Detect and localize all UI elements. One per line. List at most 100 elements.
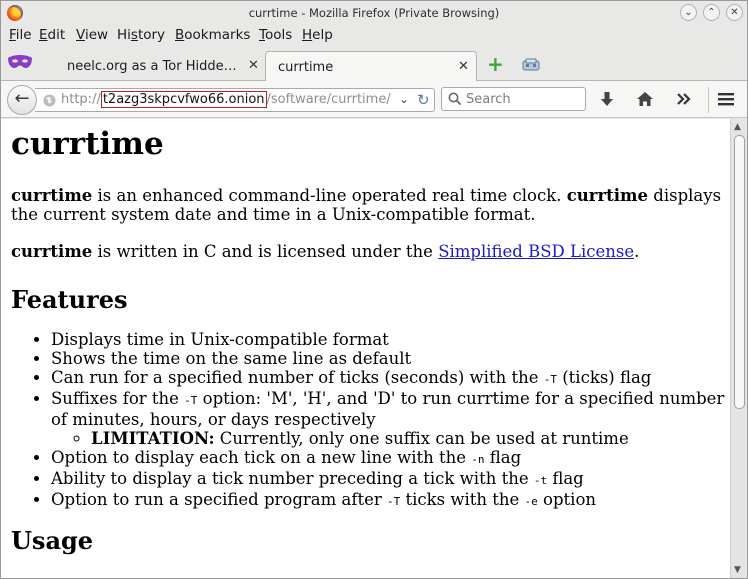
back-button[interactable]: ← xyxy=(7,85,37,115)
back-arrow-icon: ← xyxy=(14,88,30,109)
list-item: Option to run a specified program after … xyxy=(51,490,730,511)
flag-code: -T xyxy=(184,394,198,407)
globe-icon xyxy=(43,94,56,107)
menu-bookmarks[interactable]: Bookmarks xyxy=(175,27,250,43)
tab-groups-icon[interactable] xyxy=(521,58,541,72)
tab-neelc-label: neelc.org as a Tor Hidde… xyxy=(67,59,237,74)
list-item: Option to display each tick on a new lin… xyxy=(51,448,730,469)
feature-text: flag xyxy=(547,469,584,488)
url-scheme: http:// xyxy=(61,92,101,107)
url-host: t2azg3skpcvfwo66.onion xyxy=(100,91,267,108)
feature-text: Option to display each tick on a new lin… xyxy=(51,448,472,467)
feature-text: Ability to display a tick number precedi… xyxy=(51,469,534,488)
features-list: Displays time in Unix-compatible format … xyxy=(51,330,730,511)
page-content: currtime currtime is an enhanced command… xyxy=(1,119,730,578)
limitation-text: Currently, only one suffix can be used a… xyxy=(214,429,629,448)
search-icon xyxy=(448,92,462,106)
feature-text: (ticks) flag xyxy=(556,368,652,387)
toolbar-separator xyxy=(708,87,709,113)
title-bar: currtime - Mozilla Firefox (Private Brow… xyxy=(1,1,747,25)
feature-text: flag xyxy=(484,448,522,467)
list-item: LIMITATION: Currently, only one suffix c… xyxy=(91,429,730,448)
intro-name-2: currtime xyxy=(566,186,649,205)
feature-text: Option to run a specified program after xyxy=(51,490,388,509)
flag-code: -n xyxy=(471,453,485,466)
feature-text: ticks with the xyxy=(400,490,525,509)
url-path: /software/currtime/ xyxy=(266,92,391,107)
menu-tools-label: Tools xyxy=(259,27,293,43)
flag-code: -T xyxy=(387,495,401,508)
navigation-bar: http://t2azg3skpcvfwo66.onion/software/c… xyxy=(1,81,747,118)
list-item: Can run for a specified number of ticks … xyxy=(51,368,730,389)
search-box[interactable] xyxy=(441,87,586,111)
home-icon[interactable] xyxy=(636,90,654,108)
flag-code: -e xyxy=(524,495,538,508)
tab-neelc-close-icon[interactable]: ✕ xyxy=(248,58,259,73)
overflow-chevron-icon[interactable] xyxy=(675,90,693,108)
menu-edit-label: Edit xyxy=(39,27,66,43)
scrollbar-thumb[interactable] xyxy=(734,135,745,409)
limitation-label: LIMITATION: xyxy=(91,429,215,448)
menu-access-key: T xyxy=(259,27,265,43)
license-text-1: is written in C and is licensed under th… xyxy=(92,242,439,261)
vertical-scrollbar[interactable]: ▲ ▼ xyxy=(730,119,747,578)
intro-paragraph: currtime is an enhanced command-line ope… xyxy=(11,186,727,224)
license-paragraph: currtime is written in C and is licensed… xyxy=(11,242,727,261)
list-item: Shows the time on the same line as defau… xyxy=(51,349,730,368)
feature-text: Shows the time on the same line as defau… xyxy=(51,349,412,368)
list-item: Suffixes for the -T option: 'M', 'H', an… xyxy=(51,389,730,448)
intro-name: currtime xyxy=(11,186,93,205)
menu-access-key: H xyxy=(302,27,313,43)
list-item: Ability to display a tick number precedi… xyxy=(51,469,730,490)
feature-text: option xyxy=(537,490,597,509)
list-item: Displays time in Unix-compatible format xyxy=(51,330,730,349)
tab-currtime-label: currtime xyxy=(278,60,334,75)
tab-currtime-close-icon[interactable]: ✕ xyxy=(458,59,469,74)
license-name: currtime xyxy=(11,242,93,261)
tab-strip: neelc.org as a Tor Hidde… ✕ currtime ✕ + xyxy=(1,47,747,82)
close-window-icon[interactable]: ✕ xyxy=(726,4,743,21)
limitation-sublist: LIMITATION: Currently, only one suffix c… xyxy=(51,429,730,448)
features-heading: Features xyxy=(11,285,128,314)
feature-text: Suffixes for the xyxy=(51,389,185,408)
page-title: currtime xyxy=(11,126,164,162)
scroll-down-arrow-icon[interactable]: ▼ xyxy=(734,565,741,575)
menu-help[interactable]: Help xyxy=(302,27,333,43)
menu-file[interactable]: File xyxy=(9,27,32,43)
url-text: http://t2azg3skpcvfwo66.onion/software/c… xyxy=(61,91,391,108)
window-title: currtime - Mozilla Firefox (Private Brow… xyxy=(248,6,500,20)
url-dropdown-chevron-icon[interactable]: ⌄ xyxy=(399,92,409,106)
menu-history[interactable]: History xyxy=(117,27,165,43)
menu-view-label: View xyxy=(76,27,109,43)
tab-neelc[interactable]: neelc.org as a Tor Hidde… ✕ xyxy=(55,51,265,82)
flag-code: -T xyxy=(543,373,557,386)
menu-access-key: s xyxy=(130,27,138,43)
usage-heading: Usage xyxy=(11,526,94,555)
menu-access-key: B xyxy=(175,27,185,43)
url-bar[interactable]: http://t2azg3skpcvfwo66.onion/software/c… xyxy=(35,88,435,112)
intro-text-1: is an enhanced command-line operated rea… xyxy=(92,186,567,205)
flag-code: -t xyxy=(533,474,548,487)
private-browsing-mask-icon xyxy=(8,55,32,68)
menu-view[interactable]: View xyxy=(76,27,108,43)
menu-history-label: History xyxy=(117,27,166,43)
menu-bar: File Edit View History Bookmarks Tools H… xyxy=(1,25,747,47)
hamburger-menu-icon[interactable] xyxy=(717,90,735,108)
menu-bookmarks-label: Bookmarks xyxy=(175,27,251,43)
feature-text: Displays time in Unix-compatible format xyxy=(51,330,389,349)
minimize-icon[interactable]: ⌄ xyxy=(680,4,697,21)
feature-text: Can run for a specified number of ticks … xyxy=(51,368,544,387)
menu-help-label: Help xyxy=(302,27,333,43)
reload-icon[interactable]: ↻ xyxy=(417,91,430,109)
downloads-icon[interactable] xyxy=(598,90,616,108)
scroll-up-arrow-icon[interactable]: ▲ xyxy=(734,122,741,132)
bsd-license-link[interactable]: Simplified BSD License xyxy=(438,242,634,261)
license-text-2: . xyxy=(634,242,640,261)
menu-edit[interactable]: Edit xyxy=(39,27,65,43)
tab-currtime[interactable]: currtime ✕ xyxy=(265,51,477,82)
new-tab-plus-icon[interactable]: + xyxy=(487,53,505,75)
menu-access-key: F xyxy=(9,27,16,43)
search-input[interactable] xyxy=(464,90,579,108)
maximize-icon[interactable]: ⌃ xyxy=(703,4,720,21)
menu-tools[interactable]: Tools xyxy=(259,27,292,43)
